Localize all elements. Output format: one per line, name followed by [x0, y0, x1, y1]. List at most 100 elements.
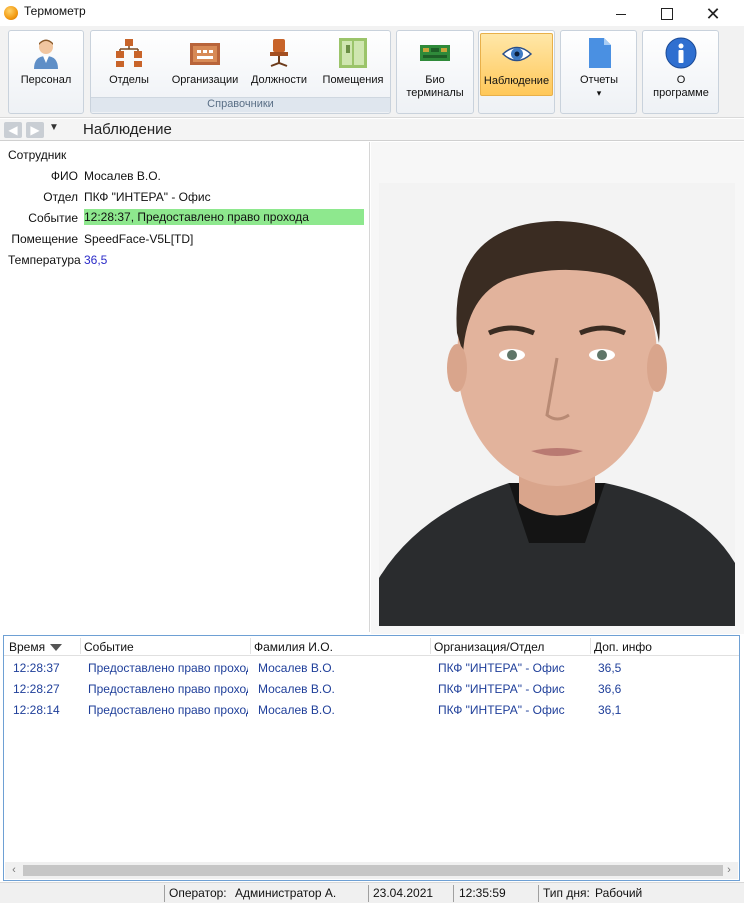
cell-name: Мосалев В.О. [258, 682, 335, 696]
history-dropdown-icon[interactable]: ▼ [49, 122, 59, 133]
events-grid: Время Событие Фамилия И.О. Организация/О… [3, 635, 740, 881]
room-row: Помещение SpeedFace-V5L[TD] [0, 230, 370, 248]
ribbon-group-reports: Отчеты ▾ [560, 30, 637, 114]
window-title: Термометр [24, 4, 86, 18]
department-row: Отдел ПКФ "ИНТЕРА" - Офис [0, 188, 370, 206]
org-chart-icon [113, 37, 145, 69]
back-arrow-icon[interactable]: ◀ [4, 122, 22, 138]
organization-icon [189, 37, 221, 69]
col-header-time-label: Время [9, 640, 46, 654]
cell-name: Мосалев В.О. [258, 661, 335, 675]
employee-photo [379, 183, 735, 626]
ribbon-group-monitoring: Наблюдение [478, 30, 555, 114]
status-separator [368, 885, 369, 902]
employee-details-panel: Сотрудник ФИО Мосалев В.О. Отдел ПКФ "ИН… [0, 142, 370, 632]
cell-org: ПКФ "ИНТЕРА" - Офис [438, 703, 565, 717]
reports-button[interactable]: Отчеты ▾ [563, 33, 635, 99]
status-separator [453, 885, 454, 902]
scroll-right-icon[interactable]: › [722, 863, 736, 878]
fio-label: ФИО [50, 169, 78, 183]
cell-time: 12:28:27 [13, 682, 60, 696]
room-label: Помещение [11, 232, 78, 246]
monitoring-button[interactable]: Наблюдение [480, 33, 553, 96]
col-header-time[interactable]: Время [9, 640, 63, 654]
horizontal-scrollbar[interactable]: ‹ › [5, 862, 738, 879]
ribbon-group-personnel: Персонал [8, 30, 84, 114]
cell-extra: 36,6 [598, 682, 622, 696]
ribbon-toolbar: Персонал Отделы Организации Должности По… [0, 26, 744, 118]
operator-value: Администратор А. [235, 886, 337, 900]
employee-section-title: Сотрудник [8, 148, 67, 162]
scroll-left-icon[interactable]: ‹ [7, 863, 21, 878]
cell-time: 12:28:14 [13, 703, 60, 717]
fio-value: Мосалев В.О. [84, 169, 161, 183]
ribbon-group-directories: Отделы Организации Должности Помещения С… [90, 30, 391, 114]
bio-label-2: терминалы [406, 87, 464, 99]
forward-arrow-icon[interactable]: ▶ [26, 122, 44, 138]
col-header-name[interactable]: Фамилия И.О. [254, 640, 333, 654]
day-type-value: Рабочий [595, 886, 643, 900]
office-chair-icon [263, 37, 295, 69]
operator-label: Оператор: [169, 886, 227, 900]
ribbon-group-terminals: Био терминалы [396, 30, 474, 114]
bio-label-1: Био [425, 74, 445, 86]
directories-caption: Справочники [91, 97, 390, 112]
document-icon [583, 37, 615, 69]
reports-label: Отчеты [579, 74, 619, 86]
info-icon [665, 37, 697, 69]
temperature-label: Температура [8, 253, 81, 267]
cell-org: ПКФ "ИНТЕРА" - Офис [438, 682, 565, 696]
reports-dropdown-icon[interactable]: ▾ [597, 87, 602, 100]
col-separator[interactable] [430, 638, 431, 654]
status-bar: Оператор: Администратор А. 23.04.2021 12… [0, 882, 744, 903]
cell-name: Мосалев В.О. [258, 703, 335, 717]
about-label-1: О [676, 74, 686, 86]
about-button[interactable]: Опрограмме [645, 33, 717, 99]
rooms-label: Помещения [322, 74, 384, 86]
table-row[interactable]: 12:28:14 Предоставлено право прохода Мос… [4, 699, 739, 720]
scrollbar-thumb[interactable] [23, 865, 723, 876]
department-label: Отдел [43, 190, 78, 204]
organizations-label: Организации [171, 74, 239, 86]
day-type-label: Тип дня: [543, 886, 590, 900]
page-title: Наблюдение [83, 121, 172, 138]
table-row[interactable]: 12:28:37 Предоставлено право прохода Мос… [4, 657, 739, 678]
departments-button[interactable]: Отделы [97, 33, 161, 99]
status-date: 23.04.2021 [373, 886, 434, 900]
col-header-extra[interactable]: Доп. инфо [594, 640, 652, 654]
close-button[interactable]: ✕ [690, 0, 736, 28]
monitoring-label: Наблюдение [483, 75, 550, 87]
eye-icon [501, 38, 533, 70]
status-time: 12:35:59 [459, 886, 506, 900]
cell-event: Предоставлено право прохода [88, 703, 248, 717]
sort-descending-icon [50, 644, 63, 652]
col-header-org[interactable]: Организация/Отдел [434, 640, 544, 654]
maximize-button[interactable] [644, 0, 690, 28]
col-separator[interactable] [250, 638, 251, 654]
col-separator[interactable] [590, 638, 591, 654]
event-row: Событие 12:28:37, Предоставлено право пр… [0, 209, 370, 227]
cell-extra: 36,5 [598, 661, 622, 675]
navigation-bar: ◀ ▶ ▼ Наблюдение [0, 119, 744, 141]
organizations-button[interactable]: Организации [167, 33, 243, 99]
event-value: 12:28:37, Предоставлено право прохода [84, 209, 364, 225]
temperature-value: 36,5 [84, 253, 108, 267]
rooms-button[interactable]: Помещения [319, 33, 387, 99]
col-separator[interactable] [80, 638, 81, 654]
status-separator [164, 885, 165, 902]
departments-label: Отделы [109, 74, 149, 86]
personnel-button[interactable]: Персонал [11, 33, 81, 99]
minimize-button[interactable] [598, 0, 644, 28]
event-label: Событие [28, 211, 78, 225]
cell-extra: 36,1 [598, 703, 622, 717]
bio-terminals-button[interactable]: Био терминалы [399, 33, 471, 99]
person-icon [30, 37, 62, 69]
col-header-event[interactable]: Событие [84, 640, 134, 654]
status-separator [538, 885, 539, 902]
table-row[interactable]: 12:28:27 Предоставлено право прохода Мос… [4, 678, 739, 699]
thermometer-app-icon [4, 6, 18, 20]
positions-button[interactable]: Должности [247, 33, 311, 99]
about-label-2: программе [653, 87, 709, 99]
positions-label: Должности [250, 74, 308, 86]
photo-pane [371, 142, 744, 634]
